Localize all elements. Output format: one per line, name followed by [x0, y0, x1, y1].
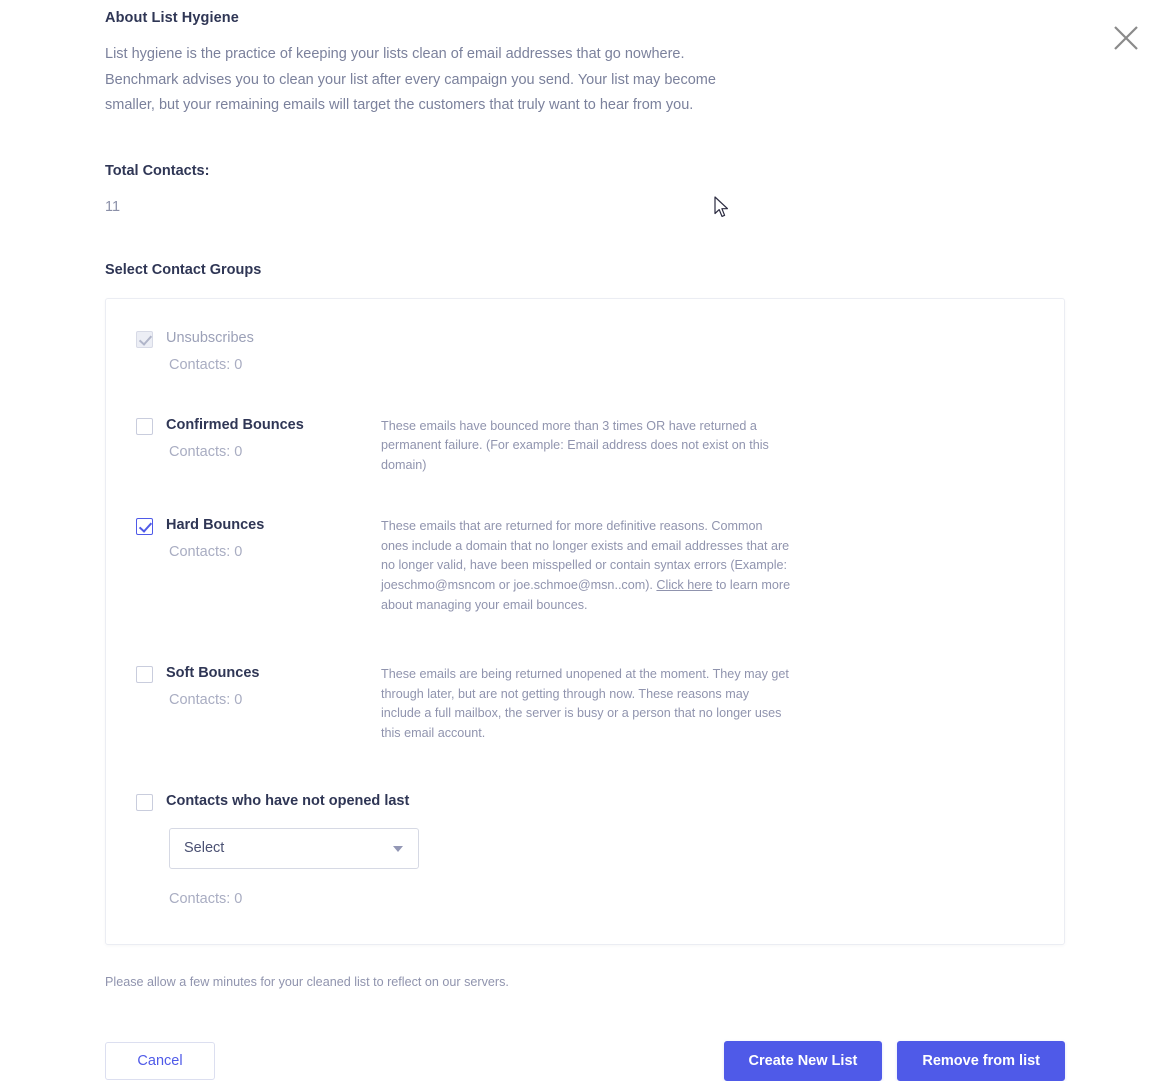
- cancel-button[interactable]: Cancel: [105, 1041, 215, 1080]
- create-new-list-button[interactable]: Create New List: [723, 1040, 883, 1081]
- group-row-not-opened: Contacts who have not opened last Select…: [106, 755, 1064, 918]
- checkbox-cell: [136, 329, 166, 348]
- primary-actions: Create New List Remove from list: [723, 1040, 1065, 1081]
- label-cell: Soft Bounces Contacts: 0: [166, 664, 381, 708]
- group-description-confirmed-bounces: These emails have bounced more than 3 ti…: [381, 418, 769, 472]
- close-icon[interactable]: [1104, 16, 1148, 60]
- group-label-soft-bounces: Soft Bounces: [166, 665, 260, 682]
- learn-more-link[interactable]: Click here: [656, 578, 712, 592]
- group-label-confirmed-bounces: Confirmed Bounces: [166, 416, 304, 433]
- list-hygiene-modal: About List Hygiene List hygiene is the p…: [0, 0, 1170, 1081]
- group-row-hard-bounces: Hard Bounces Contacts: 0 These emails th…: [106, 486, 1064, 626]
- checkbox-cell: [136, 664, 166, 684]
- description-cell: These emails have bounced more than 3 ti…: [381, 416, 791, 476]
- remove-from-list-button[interactable]: Remove from list: [897, 1040, 1065, 1081]
- checkbox-cell: [136, 516, 166, 536]
- group-count-soft-bounces: Contacts: 0: [169, 692, 243, 709]
- contact-groups-panel: Unsubscribes Contacts: 0 Confirmed Bounc…: [105, 297, 1065, 945]
- label-cell: Contacts who have not opened last Select…: [166, 792, 466, 907]
- total-contacts-block: Total Contacts: 11: [105, 163, 1170, 215]
- checkbox-soft-bounces[interactable]: [136, 666, 153, 684]
- label-cell: Hard Bounces Contacts: 0: [166, 516, 381, 560]
- description-cell: [466, 792, 876, 793]
- label-cell: Confirmed Bounces Contacts: 0: [166, 416, 381, 460]
- group-row-confirmed-bounces: Confirmed Bounces Contacts: 0 These emai…: [106, 384, 1064, 487]
- group-label-not-opened: Contacts who have not opened last: [166, 792, 410, 809]
- total-contacts-value: 11: [105, 198, 121, 215]
- groups-heading: Select Contact Groups: [105, 261, 262, 278]
- group-description-hard-bounces: These emails that are returned for more …: [381, 517, 791, 615]
- group-label-hard-bounces: Hard Bounces: [166, 517, 265, 534]
- group-count-not-opened: Contacts: 0: [169, 890, 243, 907]
- modal-actions: Cancel Create New List Remove from list: [0, 1040, 1170, 1081]
- group-description-soft-bounces: These emails are being returned unopened…: [381, 667, 789, 741]
- checkbox-cell: [136, 416, 166, 435]
- servers-note: Please allow a few minutes for your clea…: [105, 974, 509, 989]
- group-label-unsubscribes: Unsubscribes: [166, 329, 254, 346]
- group-count-unsubscribes: Contacts: 0: [169, 356, 243, 373]
- total-contacts-label: Total Contacts:: [105, 162, 210, 179]
- description-cell: These emails are being returned unopened…: [381, 664, 791, 743]
- group-count-confirmed-bounces: Contacts: 0: [169, 443, 243, 460]
- checkbox-confirmed-bounces[interactable]: [136, 417, 153, 435]
- label-cell: Unsubscribes Contacts: 0: [166, 329, 381, 373]
- about-heading: About List Hygiene: [105, 10, 239, 26]
- checkbox-hard-bounces[interactable]: [136, 518, 153, 536]
- group-row-unsubscribes: Unsubscribes Contacts: 0: [106, 319, 1064, 384]
- period-select-value: Select: [184, 840, 225, 857]
- period-select-wrap: Select: [169, 827, 419, 869]
- checkbox-unsubscribes: [136, 330, 153, 348]
- about-body: List hygiene is the practice of keeping …: [105, 46, 716, 113]
- group-row-soft-bounces: Soft Bounces Contacts: 0 These emails ar…: [106, 626, 1064, 754]
- modal-content: About List Hygiene List hygiene is the p…: [0, 0, 1170, 945]
- period-select[interactable]: Select: [169, 827, 419, 869]
- close-icon-glyph: [1114, 26, 1138, 50]
- description-cell: These emails that are returned for more …: [381, 516, 791, 615]
- group-count-hard-bounces: Contacts: 0: [169, 544, 243, 561]
- checkbox-cell: [136, 792, 166, 811]
- description-cell: [381, 329, 791, 330]
- checkbox-not-opened[interactable]: [136, 793, 153, 811]
